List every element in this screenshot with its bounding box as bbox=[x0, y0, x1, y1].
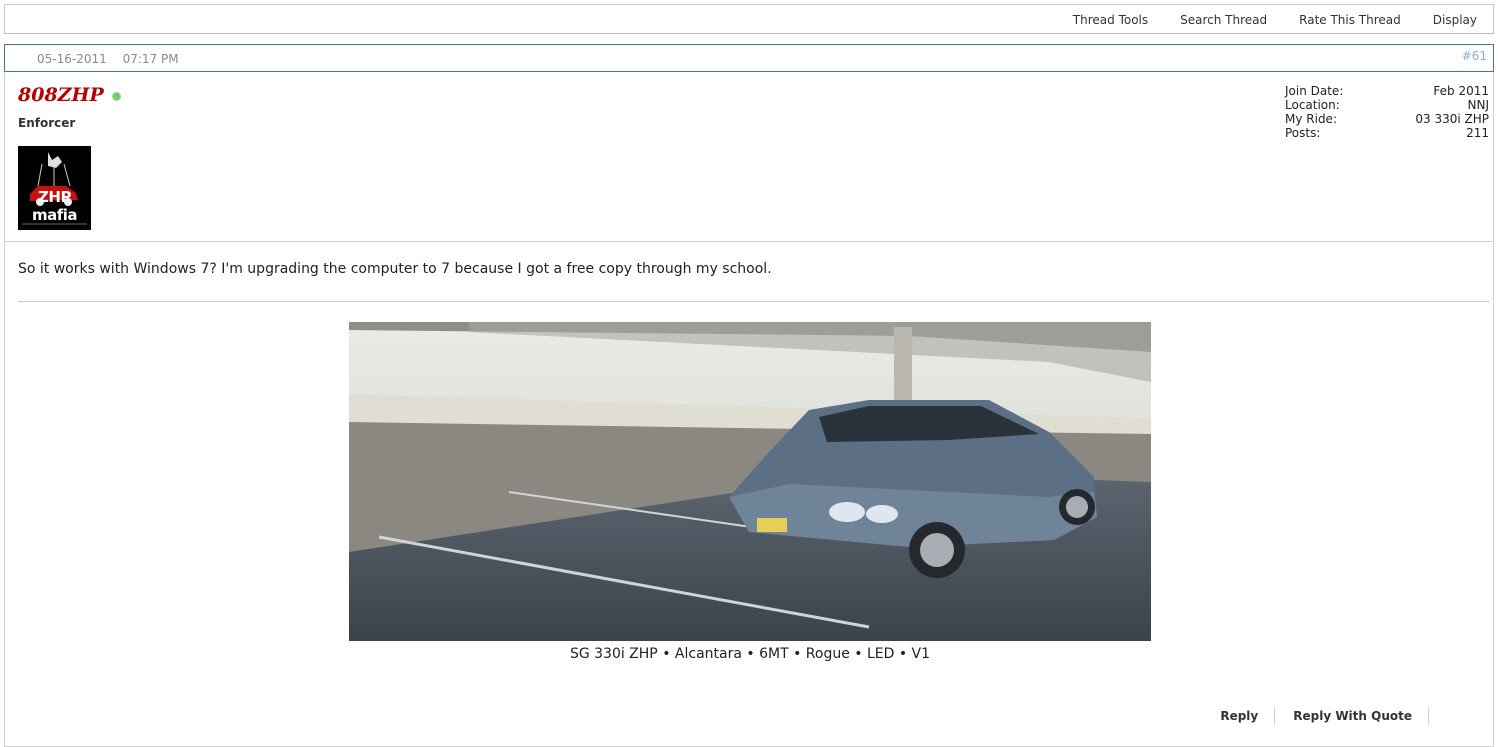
action-separator bbox=[1428, 707, 1429, 725]
user-stats: Join Date: Feb 2011 Location: NNJ My Rid… bbox=[1285, 84, 1489, 140]
online-status-icon bbox=[112, 92, 121, 101]
post-body: So it works with Windows 7? I'm upgradin… bbox=[4, 241, 1494, 717]
stat-label: Join Date: bbox=[1285, 84, 1344, 98]
avatar-text: ZHP mafia bbox=[31, 188, 78, 224]
stat-join-date: Join Date: Feb 2011 bbox=[1285, 84, 1489, 98]
post-number-link[interactable]: #61 bbox=[1462, 49, 1487, 63]
post-date: 05-16-2011 bbox=[37, 52, 107, 66]
rate-thread-link[interactable]: Rate This Thread bbox=[1283, 13, 1417, 27]
car-photo-icon bbox=[349, 322, 1151, 641]
post-actions: Reply Reply With Quote bbox=[1210, 707, 1437, 725]
post-footer: Reply Reply With Quote bbox=[4, 707, 1494, 747]
user-info: 808ZHP Enforcer ZHP mafia Join Date: Feb… bbox=[4, 72, 1494, 241]
stat-my-ride: My Ride: 03 330i ZHP bbox=[1285, 112, 1489, 126]
stat-value: 211 bbox=[1466, 126, 1489, 140]
username-link[interactable]: 808ZHP bbox=[18, 84, 104, 106]
avatar[interactable]: ZHP mafia bbox=[18, 146, 91, 230]
search-thread-link[interactable]: Search Thread bbox=[1164, 13, 1283, 27]
post-time: 07:17 PM bbox=[122, 52, 179, 66]
action-separator bbox=[1274, 707, 1276, 725]
stat-value: Feb 2011 bbox=[1433, 84, 1489, 98]
thread-tools-link[interactable]: Thread Tools bbox=[1057, 13, 1164, 27]
post-datetime: 05-16-2011 07:17 PM bbox=[37, 52, 179, 66]
stat-label: My Ride: bbox=[1285, 112, 1337, 126]
reply-button[interactable]: Reply bbox=[1210, 709, 1268, 723]
display-link[interactable]: Display bbox=[1417, 13, 1477, 27]
thread-toolbar: Thread Tools Search Thread Rate This Thr… bbox=[4, 4, 1494, 34]
stat-label: Location: bbox=[1285, 98, 1340, 112]
stat-location: Location: NNJ bbox=[1285, 98, 1489, 112]
stat-value: NNJ bbox=[1467, 98, 1490, 112]
signature-divider bbox=[18, 301, 1489, 302]
stat-value: 03 330i ZHP bbox=[1415, 112, 1489, 126]
post-message: So it works with Windows 7? I'm upgradin… bbox=[18, 261, 772, 277]
reply-with-quote-button[interactable]: Reply With Quote bbox=[1283, 709, 1422, 723]
user-title: Enforcer bbox=[18, 116, 76, 130]
thread-tools-menu: Thread Tools Search Thread Rate This Thr… bbox=[1057, 13, 1477, 27]
signature-car-image bbox=[349, 322, 1151, 641]
post-header: 05-16-2011 07:17 PM #61 bbox=[4, 44, 1494, 72]
stat-posts: Posts: 211 bbox=[1285, 126, 1489, 140]
stat-label: Posts: bbox=[1285, 126, 1321, 140]
signature-text: SG 330i ZHP • Alcantara • 6MT • Rogue • … bbox=[569, 646, 931, 662]
